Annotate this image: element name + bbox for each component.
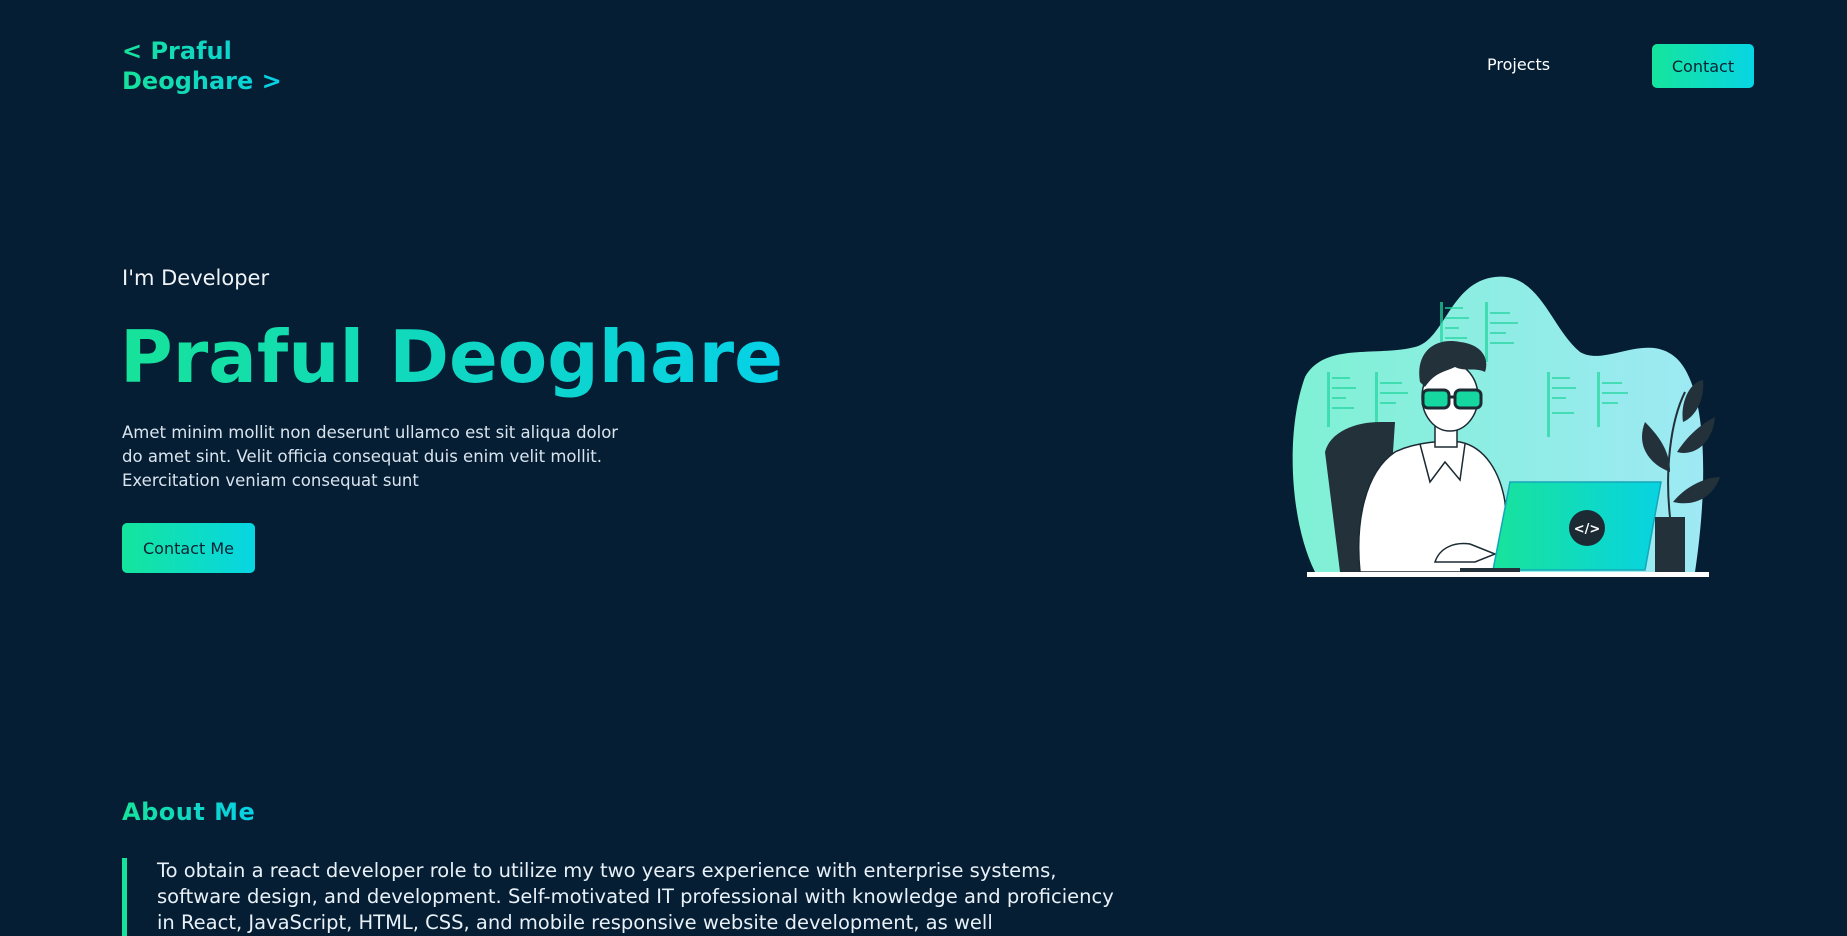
hero-description: Amet minim mollit non deserunt ullamco e…: [122, 423, 619, 490]
site-logo[interactable]: < Praful Deoghare >: [122, 36, 282, 96]
nav-link-projects[interactable]: Projects: [1487, 55, 1550, 74]
about-title: About Me: [122, 798, 256, 826]
code-symbol: </>: [1574, 522, 1601, 537]
logo-line-2: Deoghare >: [122, 67, 282, 95]
logo-line-1: < Praful: [122, 37, 232, 65]
about-body: To obtain a react developer role to util…: [122, 858, 1137, 936]
hero-name: Praful Deoghare: [120, 312, 783, 402]
developer-at-laptop-illustration: </>: [1292, 276, 1720, 577]
hero-subtitle: I'm Developer: [122, 266, 270, 290]
nav-contact-button[interactable]: Contact: [1652, 44, 1754, 88]
contact-me-button[interactable]: Contact Me: [122, 523, 255, 573]
desk: [1307, 572, 1709, 577]
